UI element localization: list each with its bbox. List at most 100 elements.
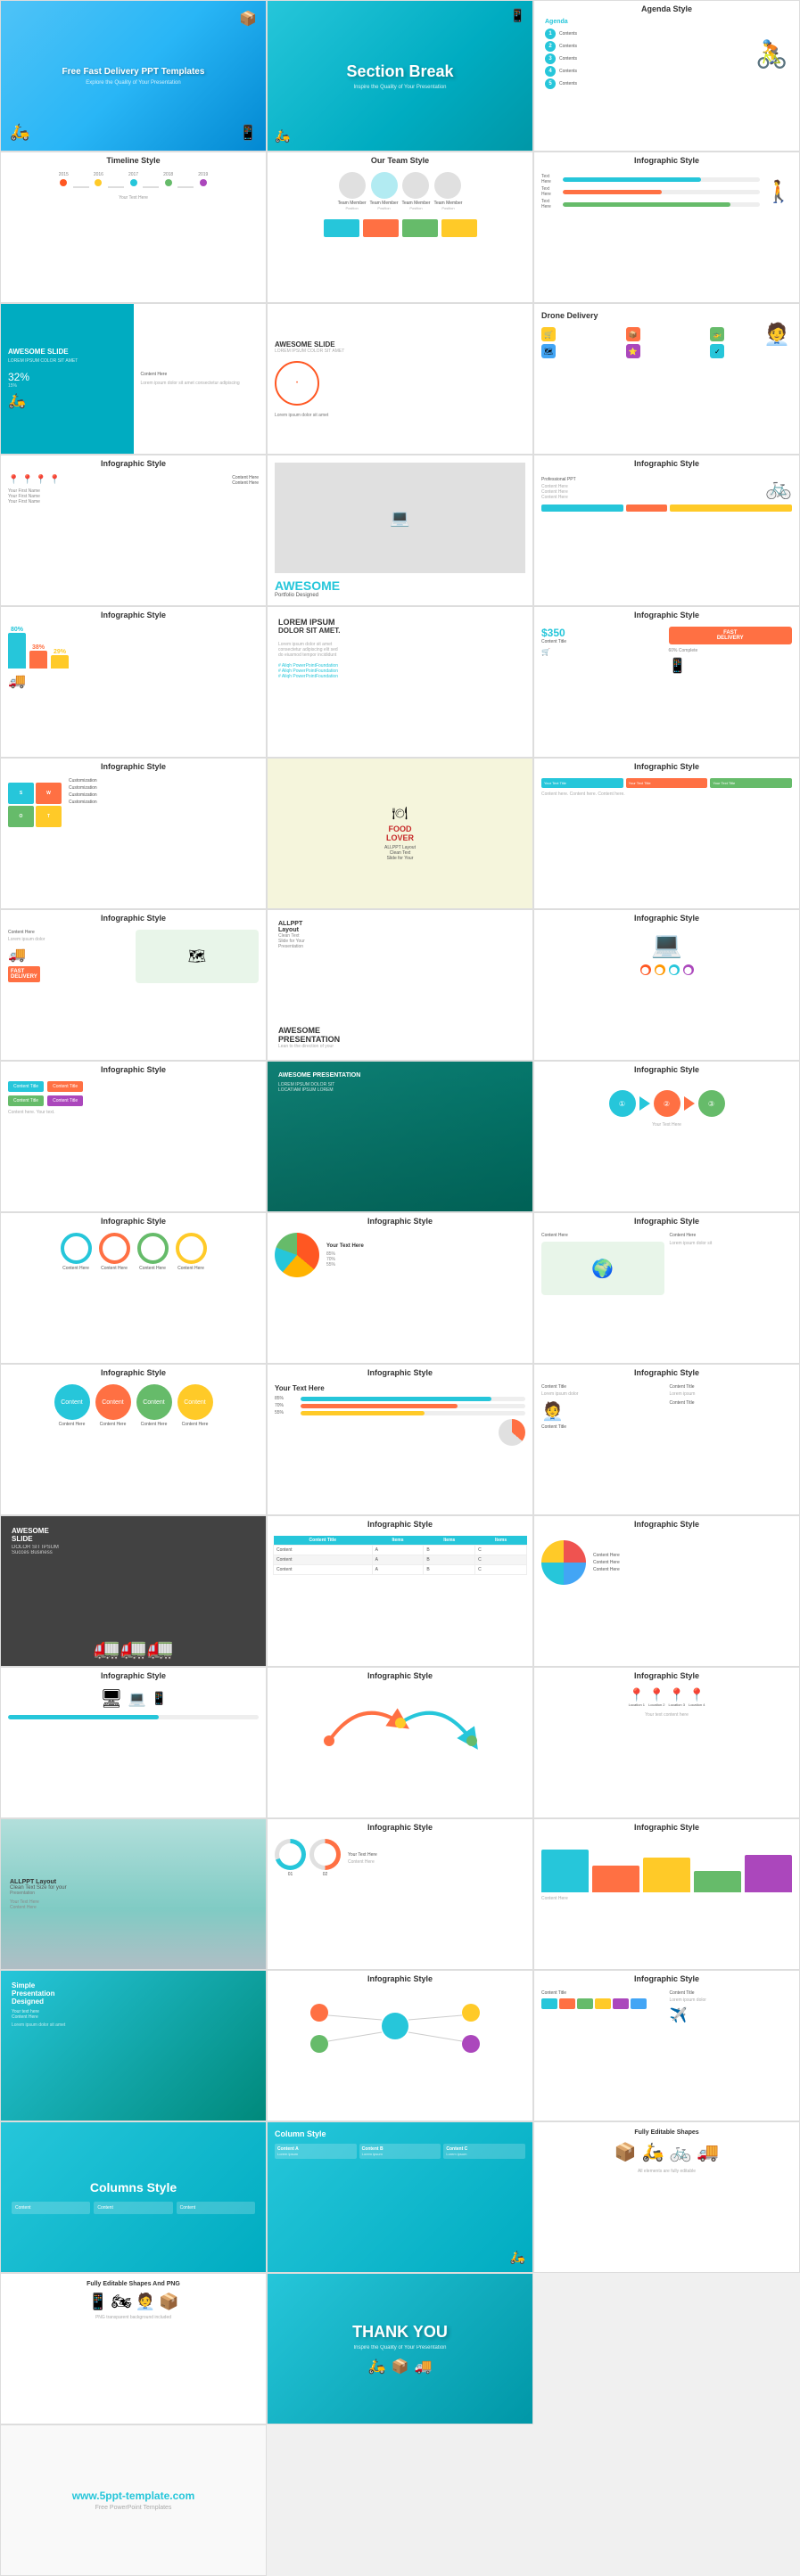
fast-60: 60% Complete [669, 648, 793, 653]
slide-delivery-map[interactable]: Infographic Style Content Here Lorem ips… [0, 909, 267, 1061]
fast-right: FASTDELIVERY 60% Complete 📱 [669, 627, 793, 675]
fepng-phone: 📱 [87, 2293, 107, 2311]
infographic-nodes-title: Infographic Style [268, 1974, 532, 1983]
td-3-4: C [475, 1565, 527, 1575]
slide-infographic-bars[interactable]: Infographic Style Content Here [533, 1818, 800, 1970]
slide-infographic-fast[interactable]: Infographic Style $350 Content Title 🛒 F… [533, 606, 800, 758]
slide-infographic-compass[interactable]: Infographic Style Content Here Content H… [533, 1515, 800, 1667]
agenda-item-1: 1 Contents [545, 29, 748, 39]
slide-infographic-nodes[interactable]: Infographic Style [267, 1970, 533, 2121]
slide-awesome-2[interactable]: AWESOME SLIDE LOREM IPSUM COLOR SIT AMET… [267, 303, 533, 455]
right-box-1: Your Text Title [541, 778, 623, 788]
slide-road[interactable]: ALLPPT Layout Clean Text Size for your P… [0, 1818, 267, 1970]
slide-infographic-progress[interactable]: Infographic Style Your Text Here 85% 70%… [267, 1364, 533, 1515]
prog-row-3: Text Here [541, 199, 760, 209]
awesome2-sub: LOREM IPSUM COLOR SIT AMET [275, 349, 525, 354]
slide-columns[interactable]: Columns Style Content Content Content [0, 2121, 267, 2273]
slide-infographic-arrows[interactable]: Infographic Style ① ② ③ Your Text Here [533, 1061, 800, 1212]
col-2: Content [94, 2202, 172, 2214]
l-icon-2: ⬤ [655, 964, 665, 975]
slide-awesome-1[interactable]: AWESOME SLIDE LOREM IPSUM COLOR SIT AMET… [0, 303, 267, 455]
pb-label-1: Text Here [541, 174, 559, 185]
brazil-desc: Lorem ipsum dolor sit [670, 1241, 793, 1246]
slide-simple[interactable]: Simple Presentation Designed Your text h… [0, 1970, 267, 2121]
food-text: ALLPPT LayoutClean TextSlide for Your [384, 845, 416, 861]
awesome2-circle-text: • [296, 381, 298, 386]
slide-infographic-last[interactable]: Infographic Style Content Title Content … [533, 1970, 800, 2121]
slide-fully-editable[interactable]: Fully Editable Shapes 📦 🛵 🚲 🚚 All elemen… [533, 2121, 800, 2273]
delivery-map-title: Infographic Style [1, 914, 266, 923]
slide-fully-editable-png[interactable]: Fully Editable Shapes And PNG 📱 🏍 🧑‍💼 📦 … [0, 2273, 267, 2424]
slide-timeline[interactable]: Timeline Style 2015 2016 2017 [0, 152, 267, 303]
swot-t4: Customization [69, 800, 259, 805]
ag-desc: LOREM IPSUM DOLOR SITLOCATIAM IPSUM LORE… [278, 1082, 522, 1093]
slide-infographic-screens[interactable]: Infographic Style 🖥 💻 📱 [0, 1667, 267, 1818]
slide-infographic-circles[interactable]: Infographic Style Content Here Content H… [0, 1212, 267, 1364]
slide-lorem[interactable]: LOREM IPSUM DOLOR SIT AMET. Lorem ipsum … [267, 606, 533, 758]
awesome-percent-1: 32% [8, 371, 127, 383]
col-text-3: Content [180, 2205, 252, 2211]
slide-infographic-curved[interactable]: Infographic Style [267, 1667, 533, 1818]
slide-infographic-pie[interactable]: Infographic Style Your Text Here 85% 70%… [267, 1212, 533, 1364]
slide-awesome-portfolio[interactable]: 💻 AWESOME Portfolio Designed [267, 455, 533, 606]
slide-infographic-brazil[interactable]: Infographic Style Content Here 🌍 Content… [533, 1212, 800, 1364]
slide-infographic-pres[interactable]: Infographic Style Content Title Content … [0, 1061, 267, 1212]
circle-item-2: Content Here [99, 1233, 130, 1271]
slide-infographic-bike[interactable]: Infographic Style Professional PPT Conte… [533, 455, 800, 606]
slide-infographic-3circles[interactable]: Infographic Style Content Content Here C… [0, 1364, 267, 1515]
last-box-1 [541, 1998, 557, 2009]
bars-content: Content Here [534, 1819, 799, 1905]
awesome-desc: Content Here [141, 372, 260, 377]
slide-drone[interactable]: Drone Delivery 🛒 📦 🚁 🗺 ⭐ ✓ 🧑‍💼 [533, 303, 800, 455]
pb-label-3: Text Here [541, 199, 559, 209]
swot-chart: S W O T [8, 778, 62, 832]
slide-infographic-delivery2[interactable]: Infographic Style Content Title Lorem ip… [533, 1364, 800, 1515]
trucks-row: 🚛🚛🚛 [94, 1636, 174, 1661]
pr-row-2: 70% [275, 1403, 525, 1408]
pb-fill-3 [563, 202, 730, 207]
circle-1 [61, 1233, 92, 1264]
l-icon-3: ⬤ [669, 964, 680, 975]
compass-text-3: Content Here [593, 1567, 792, 1572]
slide-awesome-text[interactable]: ALLPPT Layout Clean TextSlide for YourPr… [267, 909, 533, 1061]
slide-hero[interactable]: Free Fast Delivery PPT Templates Explore… [0, 0, 267, 152]
pr-label-1: 85% [275, 1396, 297, 1401]
team-title: Our Team Style [268, 156, 532, 165]
slide-infographic-laptop[interactable]: Infographic Style 💻 ⬤ ⬤ ⬤ ⬤ [533, 909, 800, 1061]
slide-food[interactable]: 🍽 FOOD LOVER ALLPPT LayoutClean TextSlid… [267, 758, 533, 909]
col-1: Content [12, 2202, 90, 2214]
slide-awesome-dark[interactable]: 🚛🚛🚛 AWESOME SLIDE DOLOR SIT IPSUM Succes… [0, 1515, 267, 1667]
agenda-item-5: 5 Contents [545, 78, 748, 89]
progress-content: Your Text Here 85% 70% 55% [268, 1365, 532, 1449]
td-2-2: A [372, 1555, 424, 1565]
slide-team[interactable]: Our Team Style Team Member Position Team… [267, 152, 533, 303]
slide-awesome-green[interactable]: AWESOME PRESENTATION LOREM IPSUM DOLOR S… [267, 1061, 533, 1212]
infographic-arrows-title: Infographic Style [534, 1065, 799, 1074]
tl-line [73, 186, 89, 188]
slide-infographic-donut[interactable]: Infographic Style 01 02 [267, 1818, 533, 1970]
cg-label-2: Content Here [95, 1422, 131, 1427]
table-header-row: Content Title Items Items Items [274, 1536, 527, 1546]
pb-track-1 [563, 177, 760, 182]
screen-3: 📱 [151, 1691, 166, 1706]
slide-infographic-pins[interactable]: Infographic Style 📍 Location 1 📍 Locatio… [533, 1667, 800, 1818]
slide-infographic-stats[interactable]: Infographic Style 80% 38% 29% 🚚 [0, 606, 267, 758]
slide-thank-you[interactable]: THANK YOU Inspire the Quality of Your Pr… [267, 2273, 533, 2424]
drone-grid: 🛒 📦 🚁 🗺 ⭐ ✓ [541, 327, 792, 358]
agenda-text-4: Contents [559, 69, 577, 74]
slide-infographic-right[interactable]: Infographic Style Your Text Title Your T… [533, 758, 800, 909]
swot-w: W [36, 783, 62, 804]
pr-track-1 [301, 1397, 525, 1401]
th-3: Items [424, 1536, 475, 1546]
slide-column[interactable]: Column Style Content A Lorem ipsum Conte… [267, 2121, 533, 2273]
slide-section-break[interactable]: Section Break Inspire the Quality of You… [267, 0, 533, 152]
slide-infographic-map[interactable]: Infographic Style 📍 📍 📍 📍 Your First Nam… [0, 455, 267, 606]
slide-infographic-table[interactable]: Infographic Style Content Title Items It… [267, 1515, 533, 1667]
slide-agenda[interactable]: Agenda Style Agenda 1 Contents 2 Content… [533, 0, 800, 152]
fe-truck-icon: 🚚 [697, 2141, 719, 2163]
cg-circle-2: Content [95, 1384, 131, 1420]
slide-swot[interactable]: Infographic Style S W O T Customization … [0, 758, 267, 909]
right-text-2: Your Text Title [629, 781, 705, 785]
cg-item-2: Content Content Here [95, 1384, 131, 1427]
slide-infographic-1[interactable]: Infographic Style Text Here Text Here Te… [533, 152, 800, 303]
